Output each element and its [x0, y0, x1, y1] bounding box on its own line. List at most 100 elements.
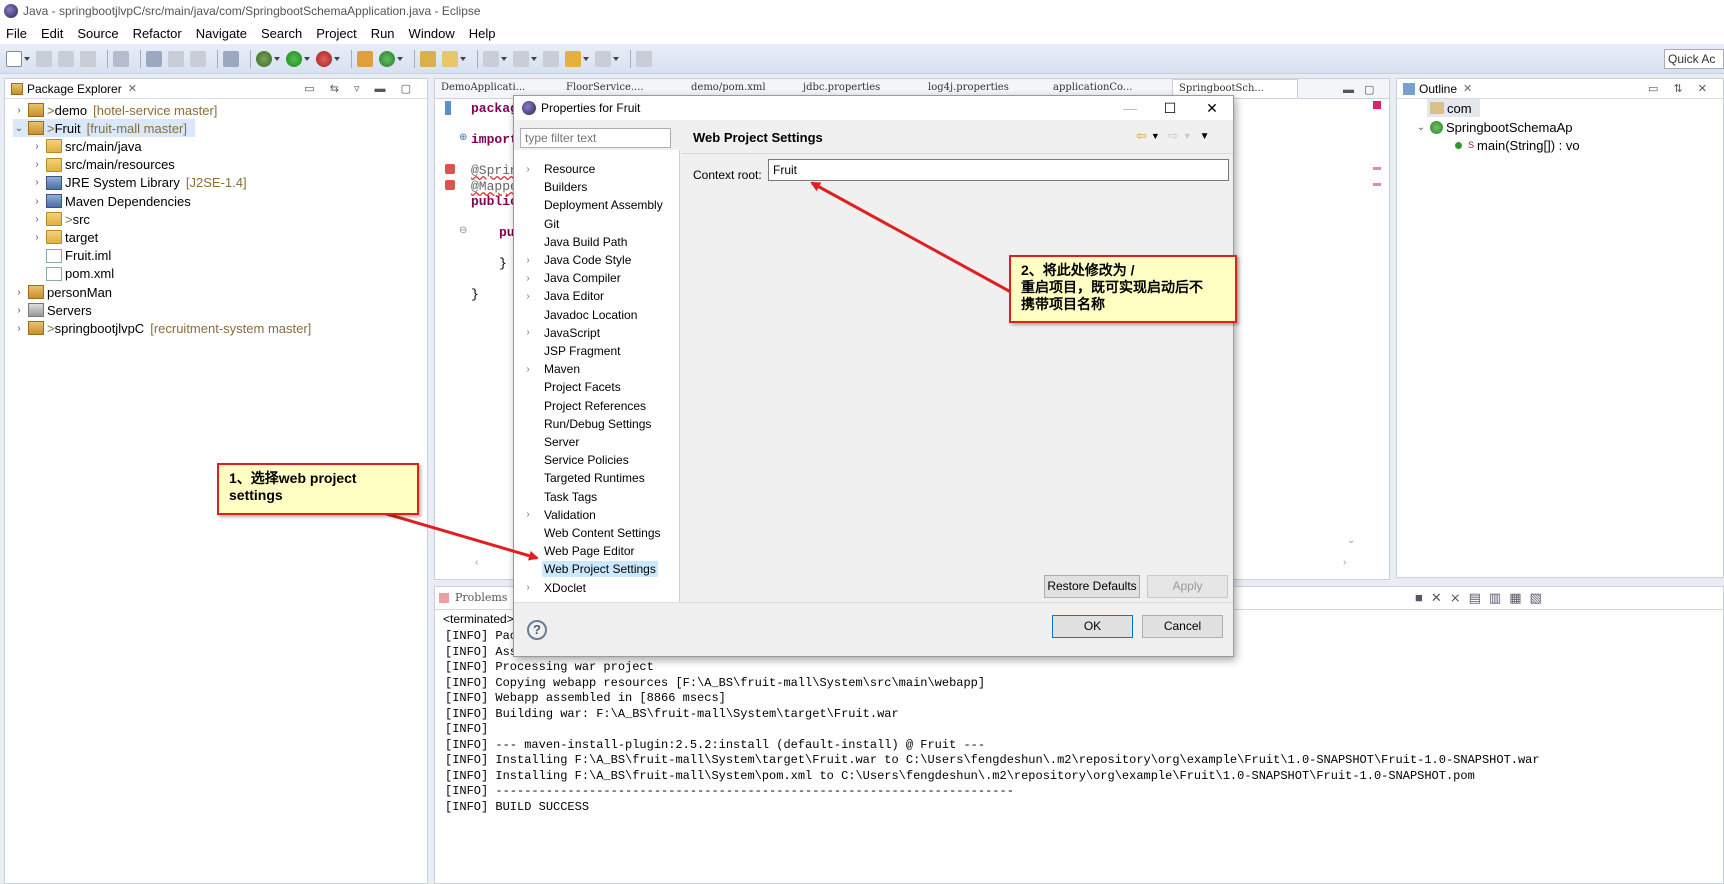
- code-brace-2[interactable]: }: [471, 287, 479, 302]
- chevron-down-icon[interactable]: ⌄: [1415, 122, 1427, 133]
- nav-item-run-debug-settings[interactable]: Run/Debug Settings: [514, 415, 680, 433]
- nav-item-java-editor[interactable]: › Java Editor: [514, 287, 680, 305]
- nav-item-javadoc-location[interactable]: Javadoc Location: [514, 306, 680, 324]
- overview-marker[interactable]: [1373, 183, 1381, 186]
- nav-item-web-content-settings[interactable]: Web Content Settings: [514, 524, 680, 542]
- chevron-right-icon[interactable]: ›: [31, 196, 43, 207]
- editor-min-max-icons[interactable]: ▬▢: [1343, 83, 1384, 96]
- menu-source[interactable]: Source: [77, 26, 118, 41]
- outline-item-package[interactable]: com: [1427, 99, 1480, 117]
- nav-item-validation[interactable]: › Validation: [514, 506, 680, 524]
- outline-item-method[interactable]: S main(String[]) : vo: [1455, 136, 1580, 154]
- back-dropdown-icon[interactable]: ▼: [1151, 131, 1160, 141]
- nav-item-git[interactable]: Git: [514, 215, 680, 233]
- chevron-right-icon[interactable]: ›: [31, 141, 43, 152]
- chevron-right-icon[interactable]: ›: [514, 164, 542, 175]
- menu-refactor[interactable]: Refactor: [133, 26, 182, 41]
- menu-project[interactable]: Project: [316, 26, 356, 41]
- tree-item[interactable]: › > demo [hotel-service master]: [13, 101, 217, 119]
- save-all-icon[interactable]: [58, 50, 74, 67]
- new-java-class-icon[interactable]: [379, 50, 395, 67]
- chevron-right-icon[interactable]: ›: [31, 159, 43, 170]
- console-toolbar-icons[interactable]: ■✕⨯▤▥▦▧: [1415, 590, 1550, 606]
- tree-item[interactable]: › Maven Dependencies: [31, 192, 197, 210]
- forward-arrow-icon[interactable]: ⇨: [1168, 128, 1179, 144]
- last-edit-icon[interactable]: [543, 50, 559, 67]
- menu-navigate[interactable]: Navigate: [196, 26, 247, 41]
- error-marker-icon[interactable]: [445, 164, 455, 174]
- fold-plus-icon[interactable]: ⊕: [459, 132, 467, 143]
- open-type-icon[interactable]: [420, 50, 436, 67]
- chevron-right-icon[interactable]: ›: [13, 287, 25, 298]
- chevron-right-icon[interactable]: ›: [514, 327, 542, 338]
- binary-icon[interactable]: [113, 50, 129, 67]
- menu-help[interactable]: Help: [469, 26, 496, 41]
- scroll-left-icon[interactable]: ‹: [475, 557, 478, 568]
- context-root-input[interactable]: Fruit: [768, 159, 1229, 181]
- chevron-right-icon[interactable]: ›: [514, 273, 542, 284]
- nav-item-web-project-settings[interactable]: Web Project Settings: [514, 560, 680, 578]
- chevron-right-icon[interactable]: ›: [13, 323, 25, 334]
- menu-window[interactable]: Window: [409, 26, 455, 41]
- back-icon[interactable]: [565, 50, 581, 67]
- nav-item-jsp-fragment[interactable]: JSP Fragment: [514, 342, 680, 360]
- code-brace-1[interactable]: }: [499, 256, 507, 271]
- scroll-down-icon[interactable]: ⌄: [1347, 535, 1355, 546]
- new-java-package-icon[interactable]: [357, 50, 373, 67]
- problems-tab[interactable]: Problems: [439, 591, 507, 604]
- view-toolbar-icons[interactable]: ▭ ⇆ ▿ ▬ ▢: [304, 82, 417, 95]
- chevron-right-icon[interactable]: ›: [514, 291, 542, 302]
- block-icon[interactable]: [190, 50, 206, 67]
- outline-toolbar-icons[interactable]: ▭ ⇅ ✕: [1648, 82, 1713, 95]
- apply-button[interactable]: Apply: [1147, 575, 1228, 598]
- chevron-down-icon[interactable]: ⌄: [13, 123, 25, 134]
- nav-item-project-facets[interactable]: Project Facets: [514, 378, 680, 396]
- nav-item-task-tags[interactable]: Task Tags: [514, 488, 680, 506]
- nav-item-server[interactable]: Server: [514, 433, 680, 451]
- chevron-right-icon[interactable]: ›: [514, 582, 542, 593]
- close-icon[interactable]: ✕: [1192, 98, 1232, 118]
- error-marker-icon[interactable]: [445, 180, 455, 190]
- nav-item-java-compiler[interactable]: › Java Compiler: [514, 269, 680, 287]
- nav-item-resource[interactable]: › Resource: [514, 160, 680, 178]
- pin-editor-icon[interactable]: [636, 50, 652, 67]
- forward-icon[interactable]: [595, 50, 611, 67]
- run-icon[interactable]: [286, 50, 302, 67]
- fold-minus-icon[interactable]: ⊖: [459, 225, 467, 236]
- nav-item-project-references[interactable]: Project References: [514, 397, 680, 415]
- nav-item-web-page-editor[interactable]: Web Page Editor: [514, 542, 680, 560]
- close-icon[interactable]: ✕: [1463, 82, 1472, 95]
- skip-breakpoints-icon[interactable]: [223, 50, 239, 67]
- cancel-button[interactable]: Cancel: [1142, 615, 1223, 638]
- menu-edit[interactable]: Edit: [41, 26, 63, 41]
- back-arrow-icon[interactable]: ⇦: [1136, 128, 1147, 144]
- new-icon[interactable]: [6, 50, 22, 67]
- tree-item[interactable]: pom.xml: [31, 265, 120, 283]
- scroll-right-icon[interactable]: ›: [1343, 557, 1346, 568]
- chevron-right-icon[interactable]: ›: [13, 105, 25, 116]
- overview-error-marker[interactable]: [1373, 101, 1381, 109]
- chevron-right-icon[interactable]: ›: [514, 364, 542, 375]
- external-tools-icon[interactable]: [316, 50, 332, 67]
- outline-tab[interactable]: Outline ✕ ▭ ⇅ ✕: [1397, 79, 1723, 99]
- code-public[interactable]: public: [471, 194, 518, 209]
- package-explorer-tab[interactable]: Package Explorer ✕ ▭ ⇆ ▿ ▬ ▢: [5, 79, 427, 99]
- tree-item[interactable]: › Servers: [13, 301, 98, 319]
- minimize-icon[interactable]: —: [1110, 98, 1150, 118]
- tree-item[interactable]: › src/main/resources: [31, 156, 181, 174]
- code-annotation-1[interactable]: @Sprin: [471, 163, 518, 178]
- overview-marker[interactable]: [1373, 167, 1381, 170]
- nav-item-builders[interactable]: Builders: [514, 178, 680, 196]
- tree-item[interactable]: Fruit.iml: [31, 247, 117, 265]
- debug-icon[interactable]: [256, 50, 272, 67]
- chevron-right-icon[interactable]: ›: [31, 214, 43, 225]
- edit-icon[interactable]: [168, 50, 184, 67]
- menu-file[interactable]: File: [6, 26, 27, 41]
- chevron-right-icon[interactable]: ›: [13, 305, 25, 316]
- code-package[interactable]: packag: [471, 101, 518, 116]
- tree-item[interactable]: ⌄ > Fruit [fruit-mall master]: [13, 119, 195, 138]
- next-annotation-icon[interactable]: [483, 50, 499, 67]
- code-annotation-2[interactable]: @Mappe: [471, 179, 518, 194]
- nav-item-java-code-style[interactable]: › Java Code Style: [514, 251, 680, 269]
- chevron-right-icon[interactable]: ›: [31, 177, 43, 188]
